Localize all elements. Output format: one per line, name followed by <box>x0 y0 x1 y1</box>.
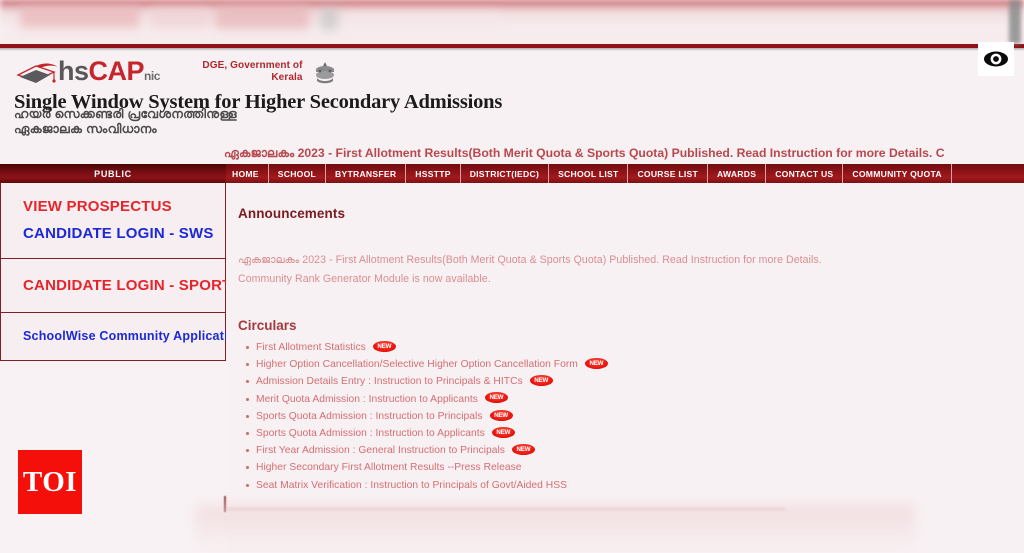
announcements-heading: Announcements <box>238 206 346 221</box>
nav-item-community-quota[interactable]: COMMUNITY QUOTA <box>843 164 952 183</box>
logo-text-cap: CAP <box>88 56 145 86</box>
circular-list-item[interactable]: Admission Details Entry : Instruction to… <box>246 373 1024 390</box>
circular-list-item[interactable]: Seat Matrix Verification : Instruction t… <box>246 477 1024 494</box>
circular-list-item[interactable]: Higher Option Cancellation/Selective Hig… <box>246 356 1024 373</box>
circular-label: Admission Details Entry : Instruction to… <box>256 376 523 388</box>
browser-chrome-blur-artifacts <box>0 4 1024 46</box>
circular-label: Merit Quota Admission : Instruction to A… <box>256 393 478 405</box>
new-badge-label: NEW <box>516 446 531 453</box>
sidebar: PUBLIC VIEW PROSPECTUS CANDIDATE LOGIN - … <box>0 164 250 364</box>
circular-label: Sports Quota Admission : Instruction to … <box>256 428 485 440</box>
circular-label: First Year Admission : General Instructi… <box>256 445 505 457</box>
sidebar-item-view-prospectus[interactable]: VIEW PROSPECTUS <box>1 193 225 220</box>
circular-label: Higher Secondary First Allotment Results… <box>256 462 522 474</box>
new-badge-label: NEW <box>377 342 392 350</box>
nav-item-school-list[interactable]: SCHOOL LIST <box>549 164 629 183</box>
dge-line-2: Kerala <box>271 72 303 83</box>
dge-kerala-block: DGE, Government of Kerala <box>190 60 340 86</box>
circulars-list: First Allotment Statistics NEW Higher Opti… <box>238 339 1024 494</box>
bottom-fade-overlay <box>195 505 915 553</box>
kerala-state-emblem-icon <box>310 60 340 86</box>
nav-item-hssttp[interactable]: HSSTTP <box>406 164 461 183</box>
circular-label: Seat Matrix Verification : Instruction t… <box>256 479 568 491</box>
circular-list-item[interactable]: Merit Quota Admission : Instruction to A… <box>246 391 1024 408</box>
nav-item-bytransfer[interactable]: BYTRANSFER <box>326 164 407 183</box>
sidebar-group-3: SchoolWise Community Applications <box>0 313 250 361</box>
new-badge-label: NEW <box>489 394 504 402</box>
announcement-line: Community Rank Generator Module is now a… <box>238 273 491 285</box>
new-badge-label: NEW <box>494 411 508 419</box>
announcement-marquee: ഏകജാലകം 2023 - First Allotment Results(B… <box>222 143 1024 163</box>
new-badge-icon: NEW <box>491 426 515 438</box>
sidebar-group-1: VIEW PROSPECTUS CANDIDATE LOGIN - SWS <box>0 183 226 259</box>
marquee-text: ഏകജാലകം 2023 - First Allotment Results(B… <box>224 146 945 160</box>
logo-text-nic: nic <box>144 69 160 83</box>
circular-label: First Allotment Statistics <box>256 342 366 353</box>
circulars-heading: Circulars <box>238 318 297 333</box>
new-badge-label: NEW <box>496 428 511 436</box>
circular-list-item[interactable]: Sports Quota Admission : Instruction to … <box>246 408 1024 425</box>
sidebar-group-2: CANDIDATE LOGIN - SPORTS <box>0 259 242 313</box>
eye-icon[interactable] <box>978 42 1014 76</box>
sidebar-item-candidate-login-sws[interactable]: CANDIDATE LOGIN - SWS <box>1 220 225 247</box>
nav-item-contact-us[interactable]: CONTACT US <box>766 164 844 183</box>
tagline-malayalam-line-2: ഏകജാലക സംവിധാനം <box>14 122 157 136</box>
nav-item-district-iedc[interactable]: DISTRICT(IEDC) <box>461 164 550 183</box>
site-tagline-malayalam: ഹയർ സെക്കണ്ടരി പ്രവേശനത്തിനുള്ള ഏകജാലക സ… <box>14 107 237 137</box>
nav-item-course-list[interactable]: COURSE LIST <box>628 164 708 183</box>
new-badge-icon: NEW <box>489 409 513 421</box>
circular-list-item[interactable]: First Allotment Statistics NEW <box>246 339 1024 356</box>
new-badge-icon: NEW <box>372 340 396 352</box>
circular-label: Higher Option Cancellation/Selective Hig… <box>256 359 578 371</box>
toi-logo-text: TOI <box>22 466 78 498</box>
circular-list-item[interactable]: Higher Secondary First Allotment Results… <box>246 459 1024 476</box>
new-badge-icon: NEW <box>584 357 608 369</box>
nav-item-home[interactable]: HOME <box>222 164 269 183</box>
new-badge-label: NEW <box>534 377 549 385</box>
dge-line-1: DGE, Government of <box>202 60 303 71</box>
nav-item-school[interactable]: SCHOOL <box>269 164 327 183</box>
main-navigation: HOME SCHOOL BYTRANSFER HSSTTP DISTRICT(IEDC)… <box>222 164 1024 183</box>
vertical-scrollbar[interactable] <box>1009 0 1021 44</box>
nav-item-awards[interactable]: AWARDS <box>708 164 767 183</box>
new-badge-icon: NEW <box>529 375 553 387</box>
circular-list-item[interactable]: First Year Admission : General Instructi… <box>246 442 1024 459</box>
tagline-malayalam-line-1: ഹയർ സെക്കണ്ടരി പ്രവേശനത്തിനുള്ള <box>14 107 237 121</box>
sidebar-header-public: PUBLIC <box>0 164 226 183</box>
logo-wordmark: hsCAPnic <box>58 56 160 91</box>
site-logo[interactable]: hsCAPnic DGE, Government of Kerala Singl… <box>14 56 502 113</box>
circular-list-item[interactable]: Sports Quota Admission : Instruction to … <box>246 425 1024 442</box>
toi-watermark-logo: TOI <box>18 450 82 514</box>
sidebar-item-candidate-login-sports[interactable]: CANDIDATE LOGIN - SPORTS <box>1 272 242 299</box>
announcements-body: ഏകജാലകം 2023 - First Allotment Results(B… <box>238 251 1024 289</box>
sidebar-item-schoolwise-community-applications[interactable]: SchoolWise Community Applications <box>1 324 250 348</box>
main-content: Announcements ഏകജാലകം 2023 - First Allot… <box>226 184 1024 553</box>
new-badge-icon: NEW <box>484 392 508 404</box>
new-badge-label: NEW <box>589 359 604 367</box>
new-badge-icon: NEW <box>511 444 535 455</box>
circular-label: Sports Quota Admission : Instruction to … <box>256 410 483 422</box>
page-root: hsCAPnic DGE, Government of Kerala Singl… <box>0 0 1024 553</box>
logo-row: hsCAPnic DGE, Government of Kerala <box>14 56 344 91</box>
dge-text: DGE, Government of Kerala <box>202 60 302 84</box>
announcement-line: ഏകജാലകം 2023 - First Allotment Results(B… <box>238 254 822 266</box>
logo-text-hs: hs <box>58 56 89 86</box>
